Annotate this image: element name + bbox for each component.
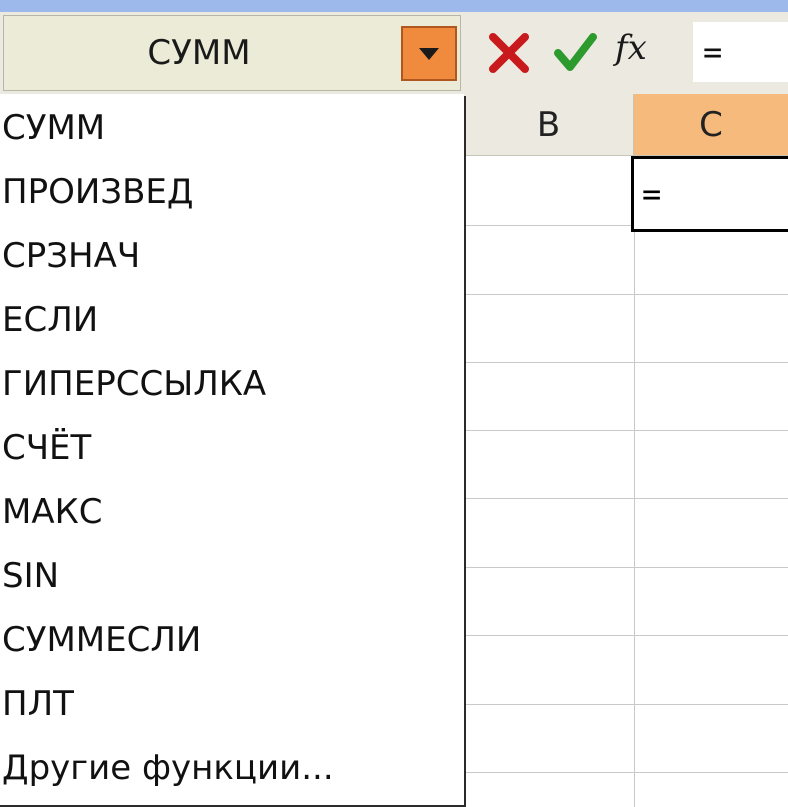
row-divider [464,704,788,705]
row-divider [464,498,788,499]
function-item[interactable]: СРЗНАЧ [0,224,462,288]
row-divider [464,635,788,636]
fx-label: fx [615,28,647,68]
function-item[interactable]: СЧЁТ [0,416,462,480]
column-header-c[interactable]: C [634,94,788,156]
row-divider [464,362,788,363]
check-icon[interactable] [553,31,597,75]
column-divider [634,156,635,807]
active-cell-c1[interactable]: = [631,156,788,232]
row-divider [464,772,788,773]
column-header-b[interactable]: B [464,94,634,156]
name-box-dropdown-button[interactable] [401,26,457,81]
name-box[interactable]: СУММ [3,15,461,91]
function-dropdown-list: СУММ ПРОИЗВЕД СРЗНАЧ ЕСЛИ ГИПЕРССЫЛКА СЧ… [0,96,466,807]
row-divider [464,294,788,295]
formula-input[interactable]: = [693,22,788,82]
close-icon[interactable] [487,31,531,75]
name-box-value[interactable]: СУММ [4,16,394,90]
function-item[interactable]: СУММ [0,96,462,160]
row-divider [464,430,788,431]
chevron-down-icon [419,47,439,60]
function-item[interactable]: ПЛТ [0,672,462,736]
function-item[interactable]: ГИПЕРССЫЛКА [0,352,462,416]
row-divider [464,567,788,568]
function-item[interactable]: ПРОИЗВЕД [0,160,462,224]
function-item[interactable]: МАКС [0,480,462,544]
formula-controls: fx = [465,12,788,94]
window-top-strip [0,0,788,12]
function-item[interactable]: СУММЕСЛИ [0,608,462,672]
more-functions-item[interactable]: Другие функции... [0,736,462,800]
insert-function-icon[interactable]: fx [615,28,647,68]
function-item[interactable]: SIN [0,544,462,608]
function-item[interactable]: ЕСЛИ [0,288,462,352]
